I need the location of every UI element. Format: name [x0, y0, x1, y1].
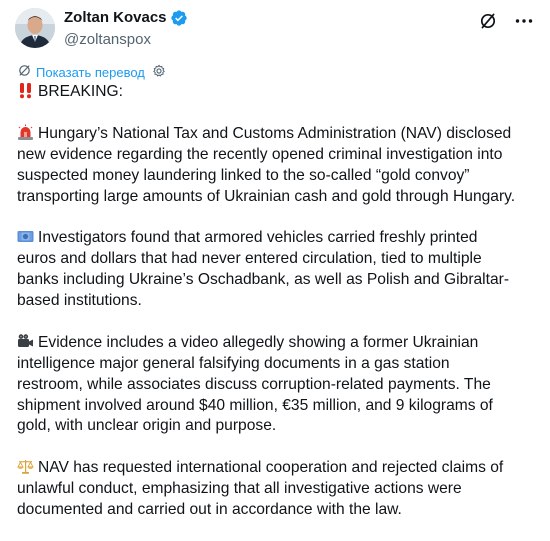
police-light-icon: [17, 124, 34, 141]
tweet-line-text: new evidence regarding the recently open…: [17, 145, 503, 163]
tweet-line-text: suspected money laundering linked to the…: [17, 166, 470, 184]
tweet-text: BREAKING: Hungary’s National Tax and Cus…: [17, 82, 537, 521]
tweet-line-text: euros and dollars that had never entered…: [17, 250, 482, 268]
tweet-line: euros and dollars that had never entered…: [17, 249, 537, 270]
tweet-line-text: restroom, while associates discuss corru…: [17, 375, 491, 393]
avatar[interactable]: [15, 8, 55, 48]
double-exclamation-icon: [17, 82, 34, 99]
balance-scale-icon: [17, 458, 34, 475]
name-row: Zoltan Kovacs: [64, 8, 188, 28]
display-name[interactable]: Zoltan Kovacs: [64, 8, 167, 28]
tweet-line-text: Investigators found that armored vehicle…: [38, 229, 478, 247]
tweet-line-text: Hungary’s National Tax and Customs Admin…: [38, 124, 512, 142]
tweet-line-text: shipment involved around $40 million, €3…: [17, 396, 493, 414]
tweet-line: gold, with unclear origin and purpose.: [17, 416, 537, 437]
show-translation-label[interactable]: Показать перевод: [36, 65, 145, 81]
tweet-line-text: BREAKING:: [38, 83, 123, 100]
tweet-line: based institutions.: [17, 291, 537, 312]
tweet-line: Investigators found that armored vehicle…: [17, 228, 537, 249]
top-actions: [478, 11, 534, 31]
gear-icon[interactable]: [152, 64, 166, 82]
tweet-line-text: based institutions.: [17, 292, 142, 310]
tweet-line-text: NAV has requested international cooperat…: [38, 459, 504, 477]
author-block: Zoltan Kovacs @zoltanspox: [64, 8, 188, 50]
tweet-line: banks including Ukraine’s Oschadbank, as…: [17, 270, 537, 291]
verified-badge-icon: [170, 9, 188, 27]
show-translation-link[interactable]: Показать перевод: [17, 63, 166, 82]
tweet-line-text: unlawful conduct, emphasizing that all i…: [17, 480, 462, 498]
tweet-line: NAV has requested international cooperat…: [17, 458, 537, 479]
tweet-line: suspected money laundering linked to the…: [17, 166, 537, 187]
tweet-line: restroom, while associates discuss corru…: [17, 375, 537, 396]
tweet-line: unlawful conduct, emphasizing that all i…: [17, 479, 537, 500]
euro-banknote-icon: [17, 228, 34, 245]
handle[interactable]: @zoltanspox: [64, 30, 188, 50]
tweet-line-text: banks including Ukraine’s Oschadbank, as…: [17, 271, 510, 289]
avatar-image: [15, 8, 55, 48]
tweet-line-text: Evidence includes a video allegedly show…: [38, 333, 479, 351]
tweet-line: intelligence major general falsifying do…: [17, 354, 537, 375]
grok-icon[interactable]: [478, 11, 498, 31]
tweet-card: Zoltan Kovacs @zoltanspox Показать перев…: [0, 0, 550, 541]
tweet-line-text: transporting large amounts of Ukrainian …: [17, 187, 516, 205]
translate-icon: [17, 63, 32, 82]
tweet-line: BREAKING:: [17, 82, 537, 103]
tweet-line: documented and carried out in accordance…: [17, 500, 537, 521]
tweet-line-text: documented and carried out in accordance…: [17, 501, 402, 519]
tweet-line-text: gold, with unclear origin and purpose.: [17, 417, 277, 435]
tweet-line: Hungary’s National Tax and Customs Admin…: [17, 124, 537, 145]
tweet-line: transporting large amounts of Ukrainian …: [17, 187, 537, 208]
tweet-line: Evidence includes a video allegedly show…: [17, 333, 537, 354]
tweet-line-text: intelligence major general falsifying do…: [17, 354, 450, 372]
more-options-icon[interactable]: [514, 11, 534, 31]
tweet-line: shipment involved around $40 million, €3…: [17, 396, 537, 417]
video-camera-icon: [17, 333, 34, 350]
tweet-line: new evidence regarding the recently open…: [17, 145, 537, 166]
